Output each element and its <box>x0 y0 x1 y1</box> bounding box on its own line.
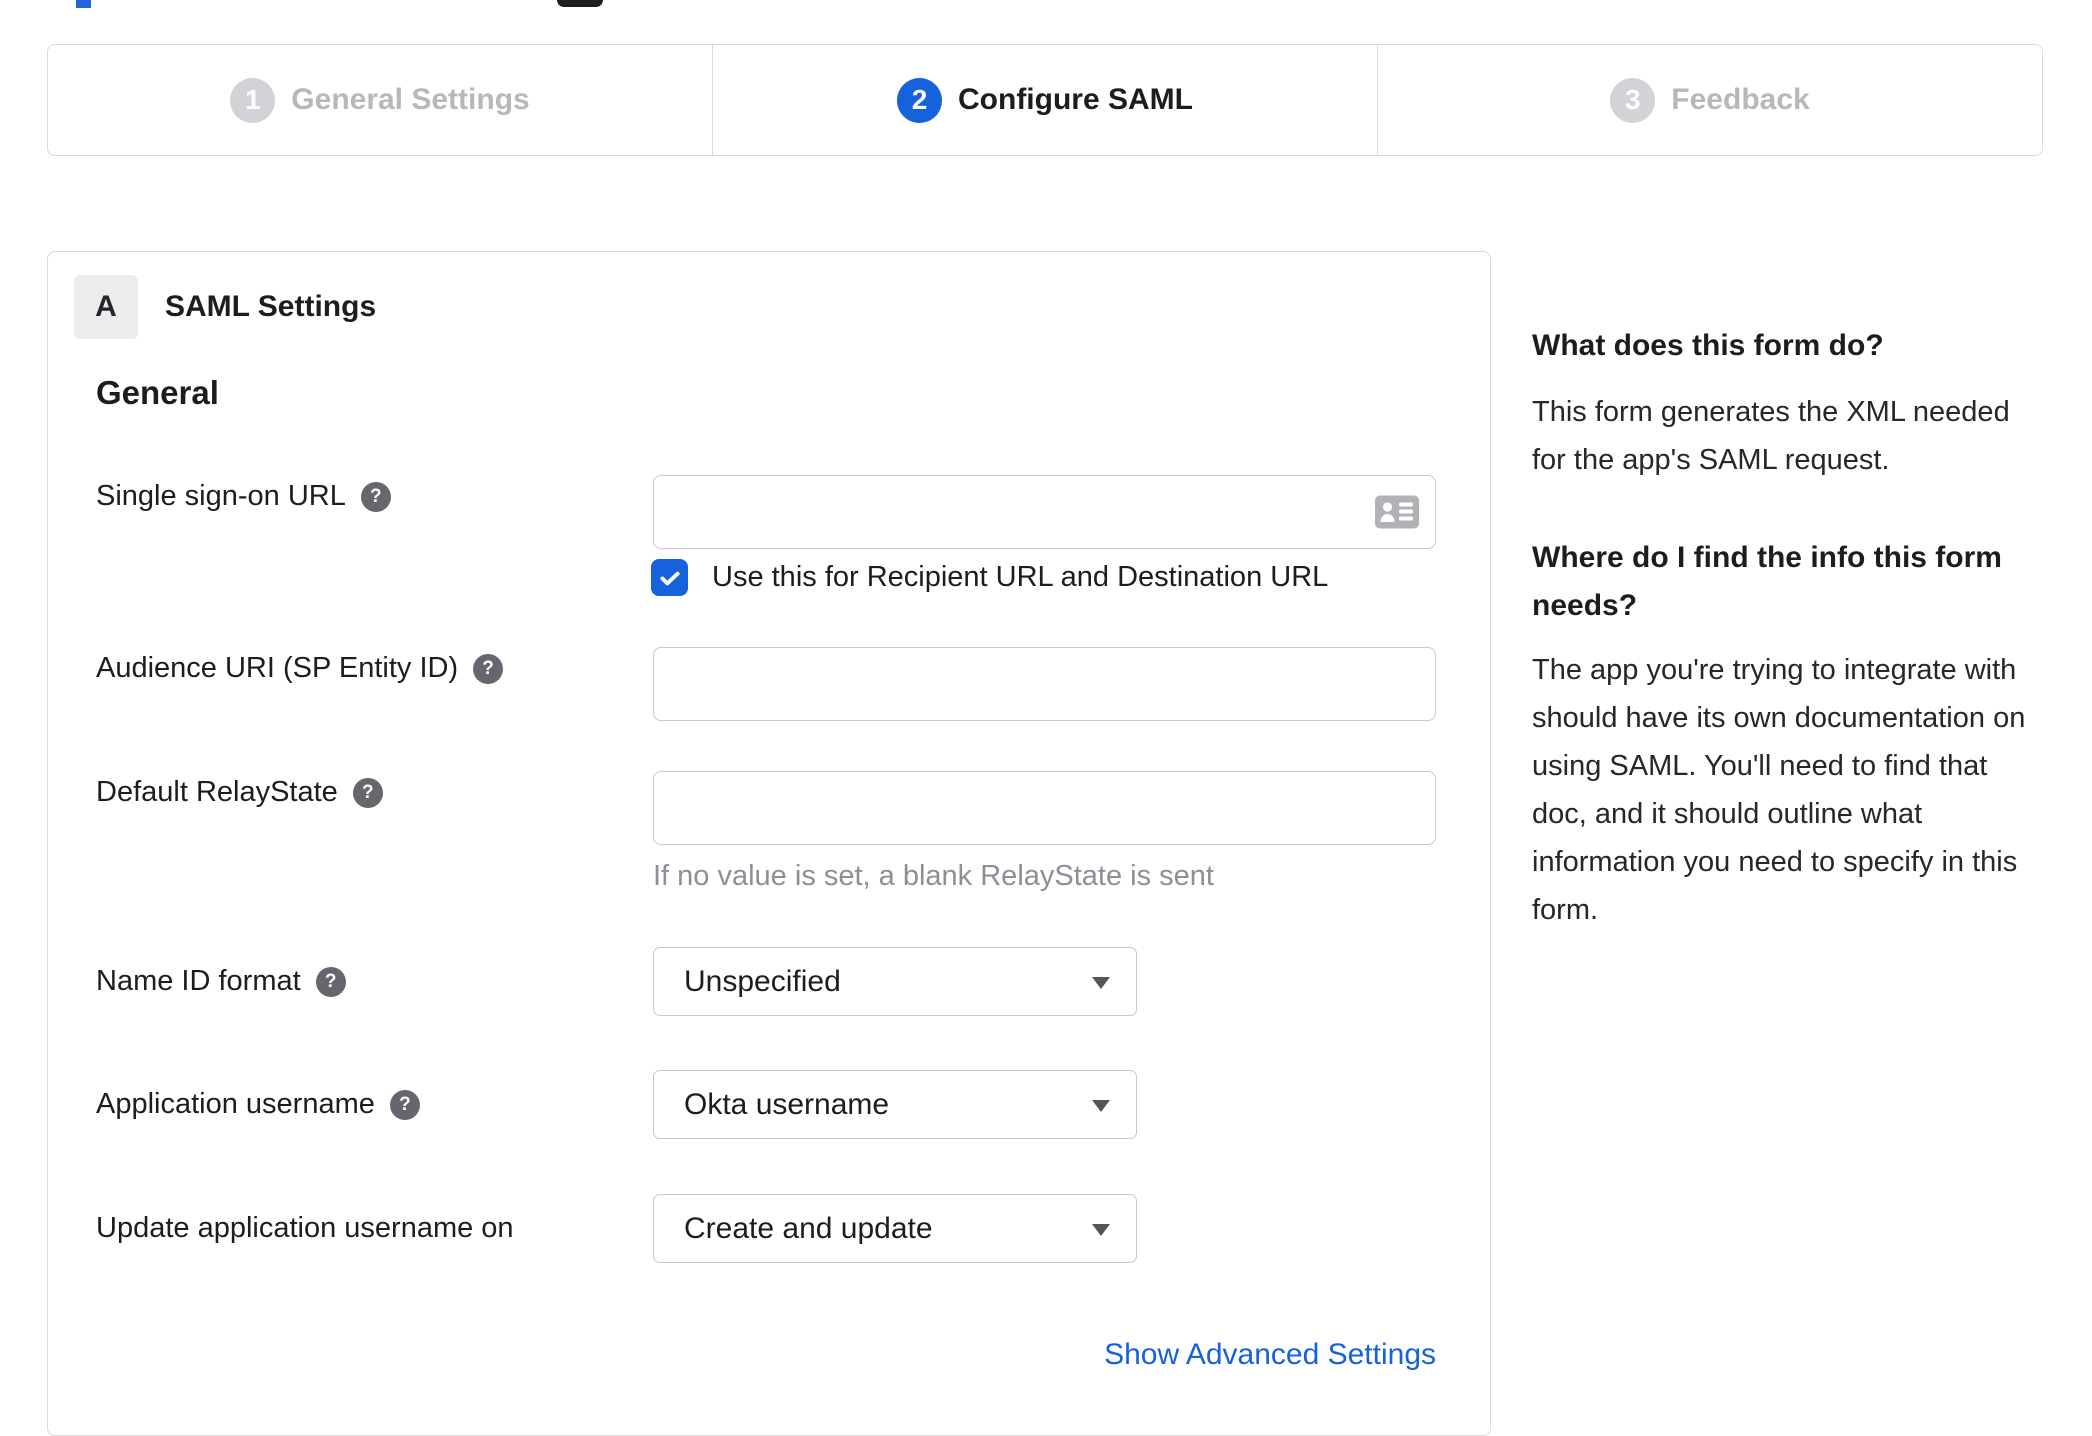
section-a-badge: A <box>74 275 138 339</box>
recipient-url-checkbox-label: Use this for Recipient URL and Destinati… <box>712 561 1329 593</box>
step-2-number: 2 <box>897 77 942 123</box>
step-1-label: General Settings <box>291 83 530 116</box>
relay-state-field-wrap <box>653 771 1436 845</box>
cutoff-blue-fragment <box>76 0 91 8</box>
help-sidebar: What does this form do? This form genera… <box>1532 322 2044 934</box>
contact-card-icon[interactable] <box>1375 495 1419 529</box>
panel-title: SAML Settings <box>165 290 377 323</box>
saml-settings-panel: A SAML Settings General Single sign-on U… <box>47 251 1491 1436</box>
audience-uri-label: Audience URI (SP Entity ID) ? <box>96 652 504 685</box>
sidebar-answer-2: The app you're trying to integrate with … <box>1532 654 2026 926</box>
audience-uri-input[interactable] <box>654 648 1435 720</box>
cutoff-logo-fragment <box>557 0 603 7</box>
chevron-down-icon <box>1092 1223 1110 1236</box>
help-icon[interactable]: ? <box>389 1089 420 1120</box>
recipient-url-checkbox-row: Use this for Recipient URL and Destinati… <box>651 559 1328 596</box>
sso-url-input[interactable] <box>654 476 1435 548</box>
relay-state-hint: If no value is set, a blank RelayState i… <box>653 860 1214 892</box>
show-advanced-settings-link[interactable]: Show Advanced Settings <box>653 1338 1436 1372</box>
step-configure-saml[interactable]: 2 Configure SAML <box>713 45 1378 155</box>
step-general-settings[interactable]: 1 General Settings <box>48 45 713 155</box>
relay-state-label: Default RelayState ? <box>96 776 383 809</box>
help-icon[interactable]: ? <box>315 966 346 997</box>
help-icon[interactable]: ? <box>360 481 391 512</box>
sidebar-answer-1: This form generates the XML needed for t… <box>1532 396 2010 476</box>
step-feedback[interactable]: 3 Feedback <box>1378 45 2042 155</box>
chevron-down-icon <box>1092 1099 1110 1112</box>
step-2-label: Configure SAML <box>958 83 1193 116</box>
step-3-number: 3 <box>1610 77 1656 123</box>
application-username-select[interactable]: Okta username <box>653 1070 1137 1139</box>
sidebar-question-1: What does this form do? <box>1532 329 1884 362</box>
recipient-url-checkbox[interactable] <box>651 559 688 596</box>
audience-uri-field-wrap <box>653 647 1436 721</box>
checkmark-icon <box>659 571 680 585</box>
update-username-on-label: Update application username on <box>96 1212 514 1244</box>
name-id-format-label: Name ID format ? <box>96 965 346 998</box>
sso-url-label: Single sign-on URL ? <box>96 480 391 513</box>
wizard-stepper: 1 General Settings 2 Configure SAML 3 Fe… <box>47 44 2043 156</box>
sso-url-field-wrap <box>653 475 1436 549</box>
update-username-on-select[interactable]: Create and update <box>653 1194 1137 1263</box>
general-section-heading: General <box>96 374 219 411</box>
chevron-down-icon <box>1092 976 1110 989</box>
step-1-number: 1 <box>230 77 276 123</box>
help-icon[interactable]: ? <box>352 777 383 808</box>
help-icon[interactable]: ? <box>473 653 504 684</box>
relay-state-input[interactable] <box>654 772 1435 844</box>
sidebar-question-2: Where do I find the info this form needs… <box>1532 541 2002 622</box>
step-3-label: Feedback <box>1671 83 1810 116</box>
name-id-format-select[interactable]: Unspecified <box>653 947 1137 1016</box>
application-username-label: Application username ? <box>96 1088 420 1121</box>
